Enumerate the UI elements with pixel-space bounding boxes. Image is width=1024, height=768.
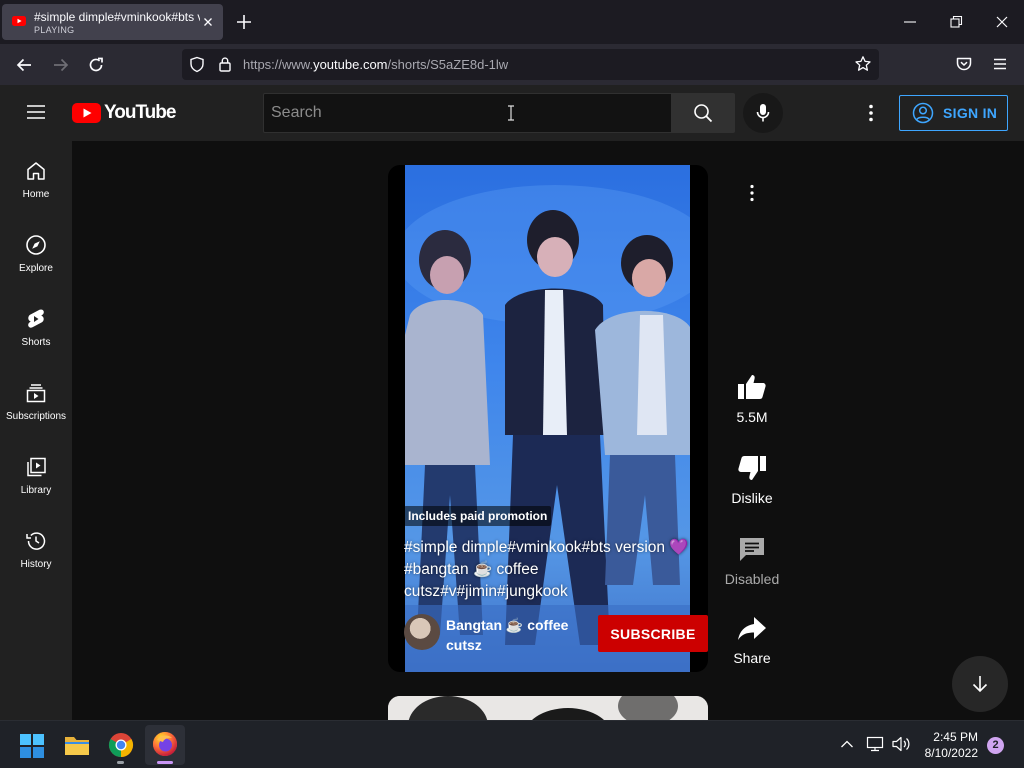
back-arrow-icon[interactable] [14,55,34,75]
youtube-logo-text: YouTube [104,102,176,123]
paid-promotion-label: Includes paid promotion [404,506,552,526]
tracking-shield-icon[interactable] [189,56,205,73]
home-icon [0,159,72,183]
search-box[interactable] [263,93,672,133]
compass-icon [0,233,72,257]
comments-button[interactable]: Disabled [722,535,782,587]
comment-icon [722,535,782,563]
youtube-masthead: YouTube SIGN IN [0,85,1024,141]
guide-label-home: Home [22,189,50,200]
show-hidden-icons-chevron-icon[interactable] [839,736,855,752]
windows-taskbar: 2:45 PM 8/10/2022 2 [0,720,1024,768]
guide-item-library[interactable]: Library [0,455,72,525]
window-restore-icon[interactable] [948,12,964,32]
short-title: #simple dimple#vminkook#bts version 💜 #b… [404,539,689,600]
lock-icon[interactable] [218,56,232,73]
browser-nav-bar: https://www.youtube.com/shorts/S5aZE8d-1… [0,44,1024,85]
forward-arrow-icon[interactable] [51,55,71,75]
clock-date: 8/10/2022 [924,746,978,760]
guide-menu-icon[interactable] [26,104,46,120]
share-arrow-icon [722,616,782,642]
app-menu-icon[interactable] [991,55,1009,73]
sign-in-label: SIGN IN [943,105,998,121]
chrome-running-indicator [117,761,124,764]
search-input[interactable] [264,94,671,132]
guide-sidebar: Home Explore Shorts Subscriptions Librar… [0,141,72,720]
file-explorer-icon[interactable] [64,733,90,757]
guide-label-subscriptions: Subscriptions [5,411,67,422]
guide-item-subscriptions[interactable]: Subscriptions [0,381,72,451]
thumbs-down-icon [722,454,782,482]
guide-item-home[interactable]: Home [0,159,72,229]
channel-name[interactable]: Bangtan ☕ coffee cutsz [446,615,576,655]
channel-row: Bangtan ☕ coffee cutsz SUBSCRIBE [404,613,708,655]
search-button[interactable] [671,93,735,133]
youtube-logo[interactable]: YouTube [72,102,176,124]
reload-icon[interactable] [86,55,106,75]
youtube-play-logo-icon [72,103,101,123]
navigate-down-button[interactable] [952,656,1008,712]
tab-close-icon[interactable] [200,14,216,30]
new-tab-plus-icon[interactable] [234,12,254,32]
dislike-button[interactable]: Dislike [722,454,782,506]
youtube-page: YouTube SIGN IN [0,85,1024,720]
chrome-icon[interactable] [108,732,134,758]
browser-tab-bar: #simple dimple#vminkook#bts version PLAY… [0,0,1024,44]
share-button[interactable]: Share [722,616,782,666]
guide-item-explore[interactable]: Explore [0,233,72,303]
thumbs-up-icon [722,373,782,401]
tab-title: #simple dimple#vminkook#bts version [34,10,200,24]
subscriptions-icon [0,381,72,405]
text-cursor-icon [506,103,516,123]
windows-start-icon[interactable] [20,734,44,758]
guide-item-history[interactable]: History [0,529,72,599]
guide-item-shorts[interactable]: Shorts [0,307,72,377]
guide-label-library: Library [20,485,52,496]
window-close-icon[interactable] [994,12,1010,32]
firefox-icon[interactable] [152,731,178,757]
dislike-label: Dislike [731,490,773,506]
firefox-active-indicator [157,761,173,764]
pocket-icon[interactable] [955,55,973,73]
youtube-favicon-icon [12,16,26,26]
tab-playing-status: PLAYING [34,25,75,35]
account-circle-icon [912,102,934,124]
settings-more-vert-icon[interactable] [861,103,881,123]
like-button[interactable]: 5.5M [722,373,782,425]
url-text[interactable]: https://www.youtube.com/shorts/S5aZE8d-1… [243,57,508,72]
channel-avatar[interactable] [404,614,440,650]
notification-count-badge[interactable]: 2 [987,737,1004,754]
share-label: Share [733,650,771,666]
voice-search-button[interactable] [743,93,783,133]
history-icon [0,529,72,553]
window-minimize-icon[interactable] [902,12,918,32]
like-count: 5.5M [736,409,768,425]
browser-tab[interactable]: #simple dimple#vminkook#bts version PLAY… [2,4,223,40]
shorts-icon [0,307,72,331]
library-icon [0,455,72,479]
guide-label-explore: Explore [19,263,53,274]
sign-in-button[interactable]: SIGN IN [899,95,1008,131]
clock-time: 2:45 PM [933,730,978,744]
short-player[interactable]: Includes paid promotion #simple dimple#v… [388,165,708,672]
short-more-options-icon[interactable] [742,183,762,203]
subscribe-button[interactable]: SUBSCRIBE [598,615,708,652]
network-icon[interactable] [866,735,884,753]
next-short-thumbnail [388,696,708,720]
guide-label-shorts: Shorts [21,337,51,348]
next-short-preview[interactable] [388,696,708,720]
system-clock[interactable]: 2:45 PM 8/10/2022 [916,729,978,761]
bookmark-star-icon[interactable] [854,55,872,73]
url-bar[interactable]: https://www.youtube.com/shorts/S5aZE8d-1… [182,49,879,80]
comments-disabled-label: Disabled [724,571,780,587]
guide-label-history: History [20,559,52,570]
volume-icon[interactable] [891,735,911,753]
